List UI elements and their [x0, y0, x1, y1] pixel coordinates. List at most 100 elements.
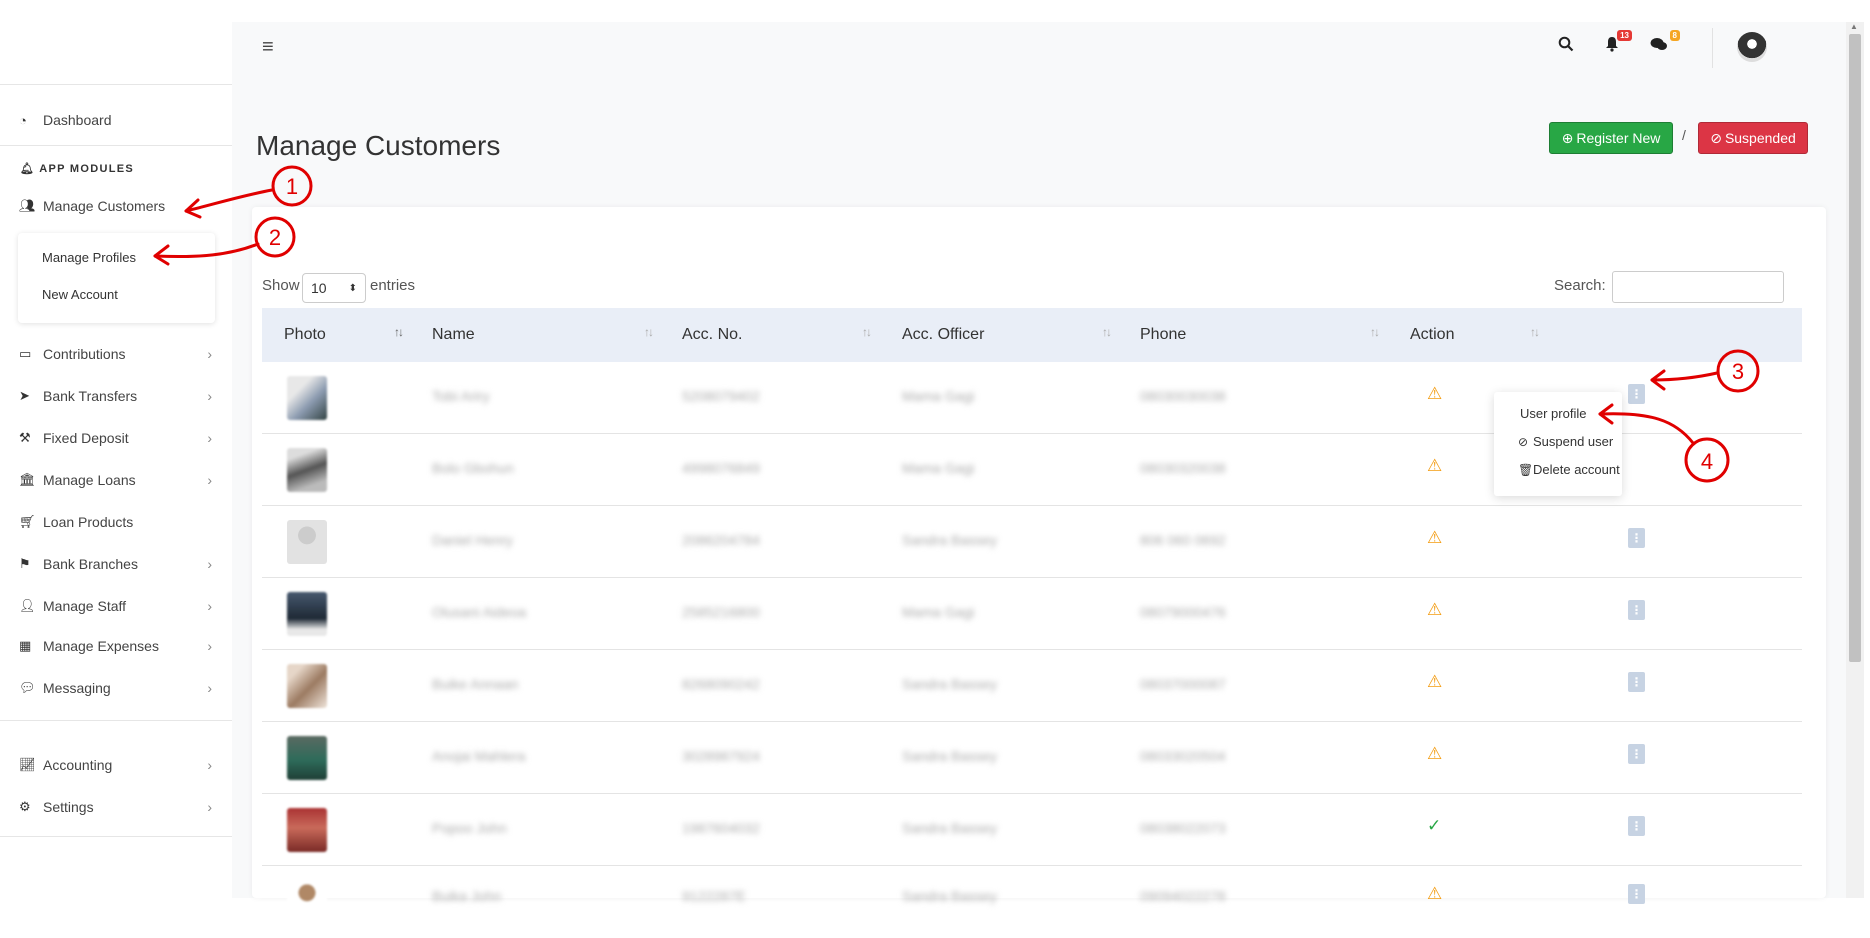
sidebar-item-messaging[interactable]: 💬︎ Messaging › [0, 674, 232, 702]
table-row: Daniel Henry 2086204784 Sandra Bassey 80… [262, 506, 1802, 578]
warning-icon: ⚠ [1427, 884, 1443, 903]
customers-table-card: Show 10 ⬍ entries Search: Photo ↑↓ Name … [252, 207, 1826, 912]
sidebar-divider [0, 836, 232, 837]
dashboard-icon: ◔ [19, 112, 27, 128]
sidebar: ◔ Dashboard 🔔︎ APP MODULES 👥︎ Manage Cus… [0, 0, 232, 898]
sidebar-item-label: Dashboard [43, 112, 112, 128]
sort-icon: ↑↓ [1102, 325, 1112, 339]
sidebar-section-title: 🔔︎ APP MODULES [20, 162, 134, 175]
notifications-bell-icon[interactable]: 13 [1604, 30, 1632, 57]
warning-icon: ⚠ [1427, 528, 1443, 547]
sidebar-item-label: Messaging [43, 680, 111, 696]
show-label: Show [262, 277, 300, 294]
chevron-right-icon: › [207, 556, 212, 572]
row-action-button[interactable]: ⋮ [1628, 672, 1645, 692]
sidebar-item-label: Manage Staff [43, 598, 127, 614]
column-header-acc-officer[interactable]: Acc. Officer [902, 326, 984, 344]
suspended-button[interactable]: ⊘ Suspended [1698, 122, 1808, 154]
sidebar-item-manage-staff[interactable]: 👤︎ Manage Staff › [0, 592, 232, 620]
chevron-right-icon: › [207, 472, 212, 488]
row-action-button[interactable]: ⋮ [1628, 384, 1645, 404]
scrollbar-thumb[interactable] [1849, 34, 1861, 662]
column-header-phone[interactable]: Phone [1140, 326, 1186, 344]
scroll-up-arrow-icon[interactable]: ▲ [1850, 22, 1858, 31]
sort-icon: ↑↓ [862, 325, 872, 339]
user-avatar[interactable] [1737, 32, 1767, 62]
row-action-button[interactable]: ⋮ [1628, 528, 1645, 548]
column-header-name[interactable]: Name [432, 326, 475, 344]
page-scrollbar[interactable]: ▲ [1846, 22, 1864, 898]
cart-icon: 🛒︎ [19, 514, 36, 529]
sidebar-item-contributions[interactable]: ▭ Contributions › [0, 340, 232, 368]
sidebar-item-loan-products[interactable]: 🛒︎ Loan Products [0, 508, 232, 536]
account-officer: Sandra Bassey [902, 820, 997, 836]
search-input[interactable] [1612, 271, 1784, 303]
chevron-right-icon: › [207, 346, 212, 362]
register-new-label: Register New [1576, 130, 1661, 146]
table-row: Olusani Aideoa 2585216800 Mama Gagi 0807… [262, 578, 1802, 650]
messages-icon[interactable]: 8 [1650, 30, 1680, 57]
sidebar-item-manage-expenses[interactable]: ▦ Manage Expenses › [0, 632, 232, 660]
row-action-button[interactable]: ⋮ [1628, 600, 1645, 620]
row-action-button[interactable]: ⋮ [1628, 884, 1645, 904]
submenu-item-new-account[interactable]: New Account [42, 287, 118, 302]
column-header-action[interactable]: Action [1410, 326, 1454, 344]
submenu-item-manage-profiles[interactable]: Manage Profiles [42, 250, 136, 265]
sidebar-item-bank-branches[interactable]: ⚑ Bank Branches › [0, 550, 232, 578]
menu-item-user-profile[interactable]: User profile [1520, 406, 1586, 421]
menu-item-suspend-user[interactable]: ⊘ Suspend user [1518, 434, 1613, 449]
sidebar-item-label: Manage Loans [43, 472, 136, 488]
account-officer: Sandra Bassey [902, 676, 997, 692]
search-icon[interactable] [1558, 36, 1574, 57]
ban-icon: ⊘ [1518, 435, 1529, 449]
phone-number: 08038022073 [1140, 820, 1226, 836]
sidebar-divider [0, 720, 232, 721]
menu-item-delete-account[interactable]: 🗑︎Delete account [1518, 462, 1620, 477]
account-officer: Sandra Bassey [902, 748, 997, 764]
sidebar-item-label: Fixed Deposit [43, 430, 129, 446]
customer-photo [287, 736, 327, 780]
sidebar-item-label: Loan Products [43, 514, 134, 530]
account-officer: Sandra Bassey [902, 888, 997, 904]
messages-badge: 8 [1669, 30, 1680, 41]
calculator-icon: ▦ [19, 638, 32, 653]
header-separator: / [1682, 127, 1686, 143]
customer-photo [287, 808, 327, 852]
sidebar-item-accounting[interactable]: 📈︎ Accounting › [0, 751, 232, 779]
account-number: 9122287E [682, 888, 746, 904]
entries-length-select[interactable]: 10 ⬍ [302, 273, 366, 303]
customer-name: Olusani Aideoa [432, 604, 527, 620]
hamburger-menu-icon[interactable]: ≡ [262, 36, 274, 59]
menu-item-label: Delete account [1533, 462, 1620, 477]
sidebar-item-dashboard[interactable]: ◔ Dashboard [0, 106, 232, 134]
account-number: 2086204784 [682, 532, 760, 548]
chevron-right-icon: › [207, 598, 212, 614]
register-new-button[interactable]: ⊕ Register New [1549, 122, 1673, 154]
phone-number: 806 060 0692 [1140, 532, 1226, 548]
sidebar-item-label: Bank Branches [43, 556, 138, 572]
sidebar-item-label: Contributions [43, 346, 126, 362]
row-action-button[interactable]: ⋮ [1628, 744, 1645, 764]
warning-icon: ⚠ [1427, 456, 1443, 475]
phone-number: 08079000476 [1140, 604, 1226, 620]
account-officer: Mama Gagi [902, 604, 975, 620]
account-officer: Sandra Bassey [902, 532, 997, 548]
column-header-acc-no[interactable]: Acc. No. [682, 326, 742, 344]
sidebar-item-label: Manage Expenses [43, 638, 159, 654]
trash-icon: 🗑︎ [1518, 463, 1534, 477]
topbar: ≡ 13 8 [232, 22, 1846, 88]
phone-number: 08033020504 [1140, 748, 1226, 764]
table-row: Buike Annaan 8268090242 Sandra Bassey 08… [262, 650, 1802, 722]
column-header-photo[interactable]: Photo [284, 326, 326, 344]
account-number: 1987604032 [682, 820, 760, 836]
customer-name: Tobi Ariry [432, 388, 490, 404]
sidebar-item-bank-transfers[interactable]: ➤ Bank Transfers › [0, 382, 232, 410]
sidebar-item-settings[interactable]: ⚙ Settings › [0, 793, 232, 821]
table-row: Buika John 9122287E Sandra Bassey 090940… [262, 866, 1802, 938]
chevron-right-icon: › [207, 638, 212, 654]
sidebar-item-manage-customers[interactable]: 👥︎ Manage Customers [0, 192, 232, 220]
page-title: Manage Customers [256, 130, 501, 161]
row-action-button[interactable]: ⋮ [1628, 816, 1645, 836]
sidebar-item-fixed-deposit[interactable]: ⚒ Fixed Deposit › [0, 424, 232, 452]
sidebar-item-manage-loans[interactable]: 🏛︎ Manage Loans › [0, 466, 232, 494]
